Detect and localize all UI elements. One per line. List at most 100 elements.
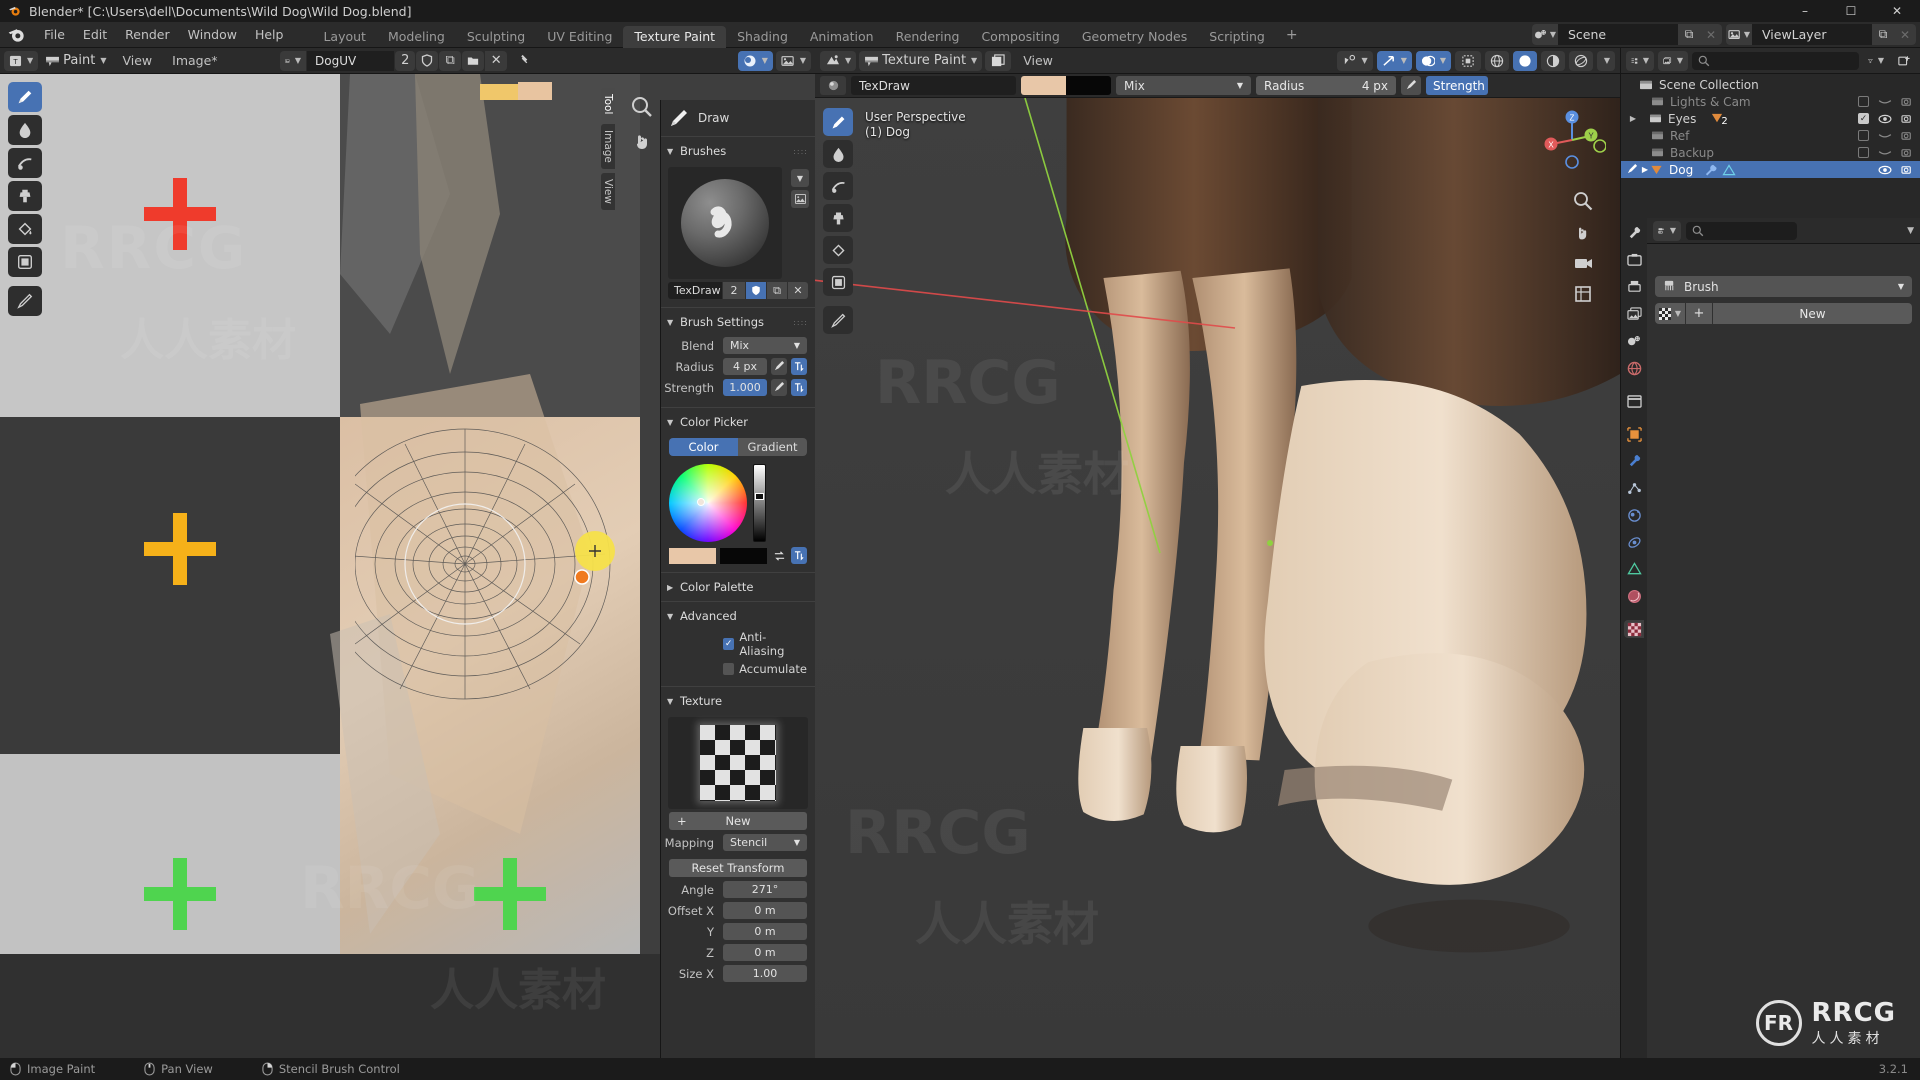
color-pressure-toggle-icon[interactable] (791, 547, 807, 564)
image-editor-menu-view[interactable]: View (113, 48, 161, 74)
viewport-mask-button[interactable] (985, 50, 1012, 71)
section-texture[interactable]: ▼ Texture (661, 689, 815, 713)
primary-color-swatch[interactable] (669, 547, 716, 564)
fake-user-shield-icon[interactable] (416, 50, 439, 71)
prop-tab-scene[interactable] (1624, 332, 1644, 350)
prop-tab-texture[interactable] (1624, 620, 1644, 638)
overlays-toggle-button[interactable]: ▼ (1415, 50, 1451, 71)
prop-tab-object[interactable] (1624, 425, 1644, 443)
vp-tool-clone[interactable] (823, 204, 853, 232)
side-tab-image[interactable]: Image (601, 124, 615, 170)
exclude-checkbox[interactable]: ✓ (1858, 113, 1869, 124)
prop-tab-output[interactable] (1624, 278, 1644, 296)
expand-triangle-icon[interactable]: ▶ (1627, 114, 1639, 123)
vp-tool-annotate[interactable] (823, 306, 853, 334)
viewlayer-name[interactable]: ViewLayer (1752, 24, 1872, 45)
exclude-checkbox[interactable] (1858, 96, 1869, 107)
tool-fill[interactable] (8, 214, 42, 244)
image-new-copy-button[interactable]: ⧉ (439, 50, 462, 71)
workspace-tab-rendering[interactable]: Rendering (885, 26, 971, 48)
image-open-folder-icon[interactable] (462, 50, 485, 71)
camera-icon[interactable] (1901, 164, 1914, 175)
side-tab-view[interactable]: View (601, 173, 615, 211)
window-controls[interactable]: – ☐ ✕ (1782, 0, 1920, 22)
strength-unit-toggle-icon[interactable] (791, 379, 807, 396)
prop-tab-material[interactable] (1624, 587, 1644, 605)
properties-editor-type-selector[interactable]: ▼ (1653, 220, 1681, 241)
tab-color[interactable]: Color (669, 438, 738, 456)
editor-type-selector[interactable]: T ▼ (4, 50, 39, 71)
side-tab-tool[interactable]: Tool (601, 88, 615, 121)
brush-unlink-button[interactable]: ✕ (788, 282, 808, 299)
blend-dropdown[interactable]: Mix ▼ (723, 337, 807, 354)
tab-gradient[interactable]: Gradient (738, 438, 807, 456)
pan-icon[interactable] (1572, 221, 1594, 243)
pin-icon[interactable] (512, 51, 536, 71)
tool-brush-name[interactable]: TexDraw (851, 76, 1016, 95)
outliner-row-backup[interactable]: Backup (1621, 144, 1920, 161)
viewlayer-selector[interactable]: ▼ ViewLayer ⧉ ✕ (1726, 24, 1916, 45)
radius-unit-toggle-icon[interactable] (791, 358, 807, 375)
add-workspace-button[interactable]: + (1276, 22, 1308, 48)
workspace-tab-compositing[interactable]: Compositing (970, 26, 1070, 48)
zoom-icon[interactable] (629, 94, 655, 120)
anti-aliasing-row[interactable]: ✓ Anti-Aliasing (661, 628, 815, 660)
navigation-gizmo[interactable]: Z Y X (1538, 106, 1606, 174)
workspace-tab-uv-editing[interactable]: UV Editing (536, 26, 623, 48)
filter-icon[interactable]: ▼ (1863, 51, 1889, 71)
viewport-editor-type-selector[interactable]: ▼ (820, 50, 857, 71)
menu-edit[interactable]: Edit (74, 22, 116, 48)
texture-context-selector[interactable]: Brush ▼ (1655, 276, 1912, 297)
offset-y-field[interactable]: 0 m (723, 923, 807, 940)
exclude-checkbox[interactable] (1858, 130, 1869, 141)
accumulate-row[interactable]: Accumulate (661, 660, 815, 678)
brush-fake-user-shield-icon[interactable] (746, 282, 766, 299)
tool-smear[interactable] (8, 148, 42, 178)
menu-help[interactable]: Help (246, 22, 293, 48)
camera-icon[interactable] (1901, 113, 1914, 124)
shading-options-button[interactable]: ▼ (1597, 50, 1615, 71)
image-view-mode-button[interactable]: ▼ (775, 50, 811, 71)
pan-icon[interactable] (629, 128, 655, 154)
texture-add-button[interactable]: + (1686, 303, 1712, 324)
anti-aliasing-checkbox[interactable]: ✓ (723, 638, 735, 650)
scene-icon[interactable]: ▼ (1532, 24, 1558, 45)
outliner-row-eyes[interactable]: ▶ Eyes 2 ✓ (1621, 110, 1920, 127)
texture-new-button[interactable]: New (1713, 303, 1912, 324)
texture-preview[interactable] (668, 717, 808, 809)
camera-icon[interactable] (1901, 96, 1914, 107)
maximize-button[interactable]: ☐ (1828, 0, 1874, 22)
prop-tab-particles[interactable] (1624, 479, 1644, 497)
eye-open-icon[interactable] (1878, 165, 1892, 175)
viewlayer-new-button[interactable]: ⧉ (1872, 24, 1894, 45)
tool-draw[interactable] (8, 82, 42, 112)
reset-transform-button[interactable]: Reset Transform (669, 859, 807, 877)
outliner-row-scene-collection[interactable]: Scene Collection (1621, 76, 1920, 93)
section-advanced[interactable]: ▼ Advanced (661, 604, 815, 628)
viewlayer-icon[interactable]: ▼ (1726, 24, 1752, 45)
visibility-selector-button[interactable]: ▼ (1336, 50, 1373, 71)
tool-secondary-color-swatch[interactable] (1066, 76, 1111, 95)
secondary-color-swatch[interactable] (720, 547, 767, 564)
eye-open-icon[interactable] (1878, 114, 1892, 124)
prop-tab-modifiers[interactable] (1624, 452, 1644, 470)
shading-wireframe-button[interactable] (1485, 50, 1509, 71)
vp-tool-fill[interactable] (823, 236, 853, 264)
exclude-checkbox[interactable] (1858, 147, 1869, 158)
image-editor-canvas[interactable]: RRCG 人人素材 RRCG 人人素材 (0, 74, 815, 1058)
tool-clone[interactable] (8, 181, 42, 211)
shading-material-preview-button[interactable] (1541, 50, 1565, 71)
workspace-tab-texture-paint[interactable]: Texture Paint (623, 25, 727, 48)
vp-tool-smear[interactable] (823, 172, 853, 200)
workspace-tab-geometry-nodes[interactable]: Geometry Nodes (1071, 26, 1198, 48)
tool-annotate[interactable] (8, 286, 42, 316)
swap-colors-icon[interactable] (771, 547, 787, 564)
menu-file[interactable]: File (35, 22, 74, 48)
angle-field[interactable]: 271° (723, 881, 807, 898)
workspace-tab-layout[interactable]: Layout (312, 26, 377, 48)
outliner-search-input[interactable] (1692, 51, 1859, 70)
viewport-canvas[interactable]: User Perspective (1) Dog Z Y X RRCG 人人素材… (815, 98, 1620, 1058)
image-name-field[interactable]: DogUV (307, 50, 395, 71)
brush-users-count[interactable]: 2 (723, 282, 745, 299)
prop-tab-object-data[interactable] (1624, 560, 1644, 578)
